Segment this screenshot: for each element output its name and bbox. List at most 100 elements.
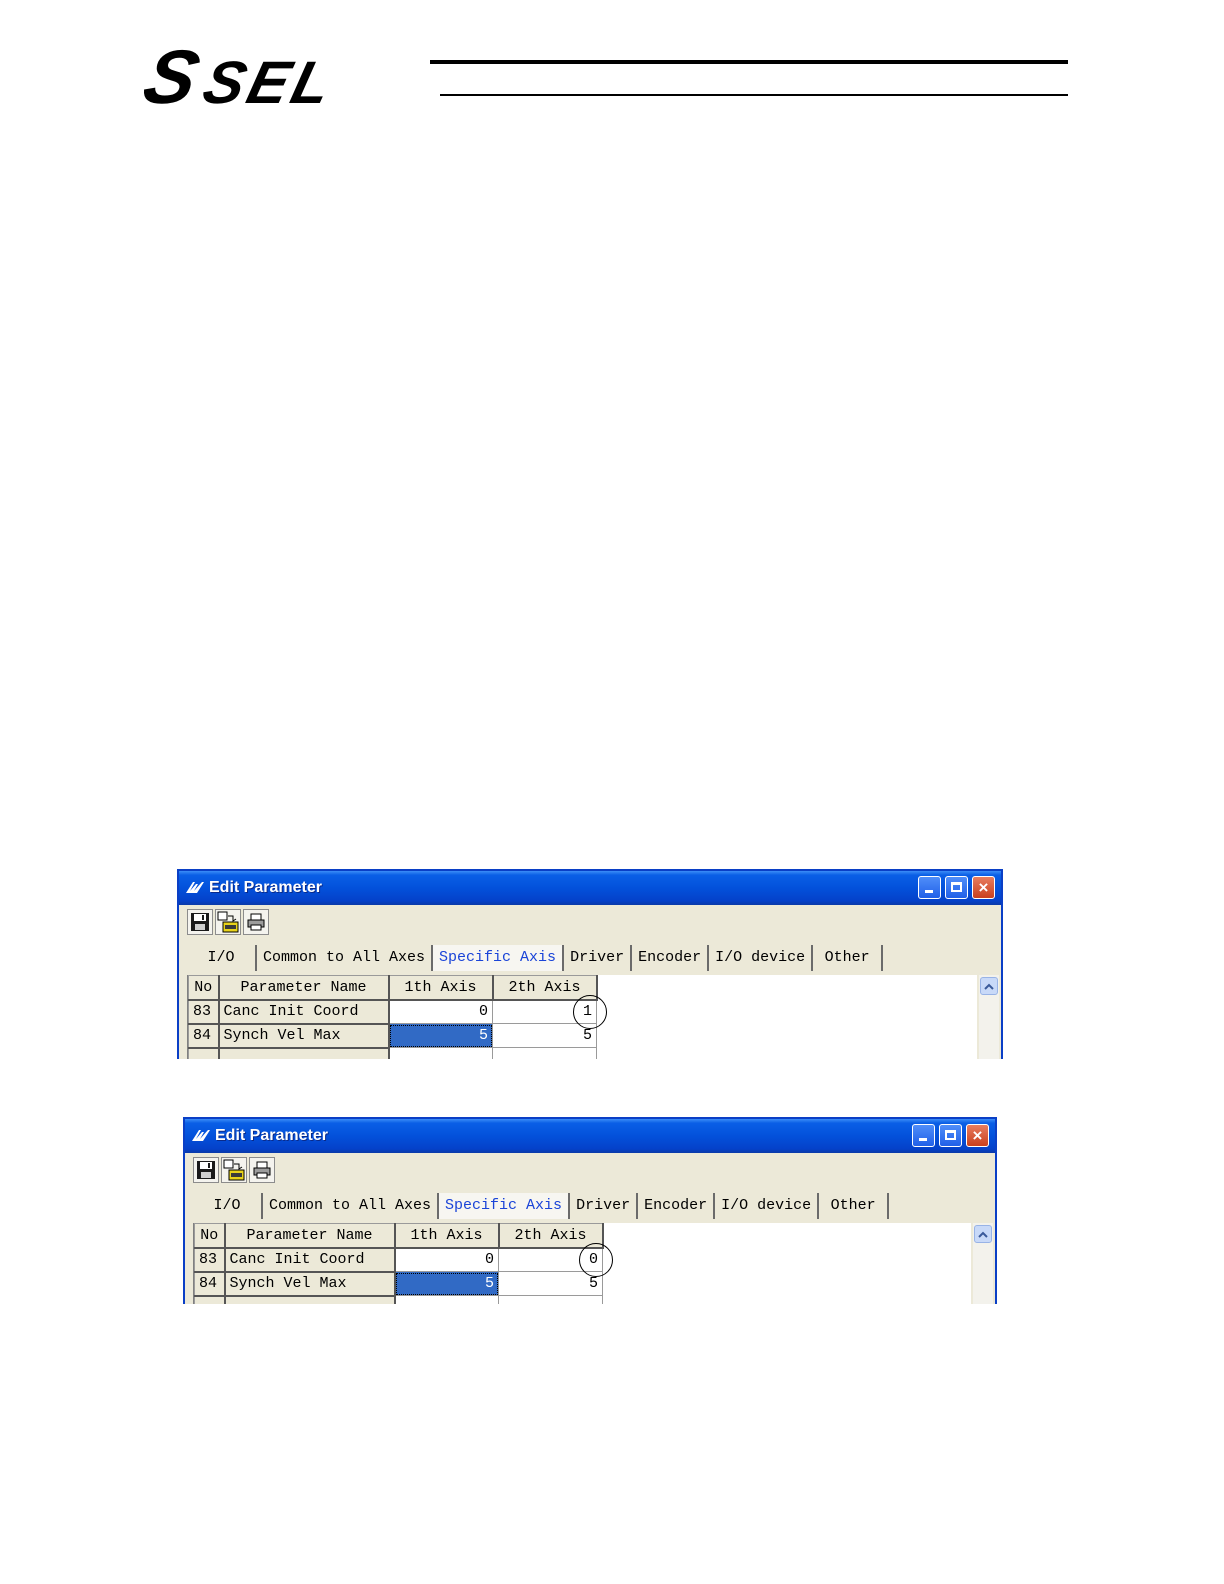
header-rule-top	[430, 60, 1068, 64]
column-header-parameter-name[interactable]: Parameter Name	[224, 1223, 396, 1249]
maximize-button[interactable]	[939, 1124, 962, 1147]
axis-2-value-cell[interactable]: 0	[498, 1242, 613, 1277]
scroll-up-button[interactable]	[974, 1225, 992, 1243]
sel-transfer-icon	[223, 1159, 245, 1181]
save-icon	[191, 913, 209, 931]
axis-2-value-cell[interactable]: 5	[492, 1023, 597, 1048]
close-icon: ×	[972, 1126, 983, 1145]
save-icon	[197, 1161, 215, 1179]
vertical-scrollbar[interactable]	[979, 975, 999, 1059]
tab-specific-axis[interactable]: Specific Axis	[433, 945, 565, 971]
table-row: 83 Canc Init Coord 0 1	[188, 994, 607, 1029]
transfer-to-controller-button[interactable]	[221, 1157, 247, 1183]
title-bar[interactable]: Edit Parameter ×	[185, 1119, 995, 1153]
title-bar[interactable]: Edit Parameter ×	[179, 871, 1001, 905]
row-parameter-name	[218, 1047, 390, 1059]
tab-driver[interactable]: Driver	[570, 1193, 639, 1219]
logo-s: S	[135, 35, 206, 120]
tab-encoder[interactable]: Encoder	[632, 945, 710, 971]
axis-1-value-cell[interactable]: 0	[394, 1247, 499, 1272]
row-no	[194, 1295, 226, 1304]
column-header-parameter-name[interactable]: Parameter Name	[218, 975, 390, 1001]
parameter-tabs: I/O Common to All Axes Specific Axis Dri…	[193, 1193, 890, 1219]
axis-2-value: 1	[582, 1003, 592, 1021]
table-row: 84 Synch Vel Max 5 5	[188, 1023, 597, 1049]
axis-1-value-cell[interactable]	[388, 1047, 493, 1059]
row-parameter-name: Synch Vel Max	[224, 1271, 396, 1297]
parameter-grid: No Parameter Name 1th Axis 2th Axis 83 C…	[193, 1223, 971, 1304]
tab-io[interactable]: I/O	[193, 1193, 263, 1219]
tab-driver[interactable]: Driver	[564, 945, 633, 971]
row-no: 84	[188, 1023, 220, 1049]
table-row-partial	[194, 1295, 603, 1304]
axis-2-value-cell[interactable]	[498, 1295, 603, 1304]
table-header-row: No Parameter Name 1th Axis 2th Axis	[188, 975, 598, 1001]
row-no	[188, 1047, 220, 1059]
sel-transfer-icon	[217, 911, 239, 933]
tab-io-device[interactable]: I/O device	[715, 1193, 820, 1219]
row-no: 83	[194, 1247, 226, 1273]
axis-1-value-cell[interactable]: 0	[388, 999, 493, 1024]
logo-sel: SEL	[196, 49, 342, 116]
axis-2-value-cell[interactable]	[492, 1047, 597, 1059]
parameter-tabs: I/O Common to All Axes Specific Axis Dri…	[187, 945, 884, 971]
table-row-partial	[188, 1047, 597, 1059]
print-button[interactable]	[249, 1157, 275, 1183]
header-rule-bottom	[440, 94, 1068, 96]
sel-logo: SSEL	[136, 35, 342, 120]
maximize-icon	[945, 1130, 956, 1140]
vertical-scrollbar[interactable]	[973, 1223, 993, 1304]
table-row: 84 Synch Vel Max 5 5	[194, 1271, 603, 1297]
maximize-button[interactable]	[945, 876, 968, 899]
window-title: Edit Parameter	[215, 1127, 328, 1144]
row-parameter-name	[224, 1295, 396, 1304]
tab-io-device[interactable]: I/O device	[709, 945, 814, 971]
axis-1-value-cell[interactable]	[394, 1295, 499, 1304]
column-header-axis-1[interactable]: 1th Axis	[388, 975, 494, 1001]
table-row: 83 Canc Init Coord 0 0	[194, 1242, 613, 1277]
axis-2-value-cell[interactable]: 1	[492, 994, 607, 1029]
save-button[interactable]	[193, 1157, 219, 1183]
close-button[interactable]: ×	[966, 1124, 989, 1147]
tab-common-to-all-axes[interactable]: Common to All Axes	[263, 1193, 440, 1219]
scroll-up-icon	[978, 1231, 988, 1238]
column-header-axis-2[interactable]: 2th Axis	[492, 975, 598, 1001]
row-parameter-name: Synch Vel Max	[218, 1023, 390, 1049]
toolbar	[193, 1157, 275, 1187]
parameter-table: No Parameter Name 1th Axis 2th Axis 83 C…	[188, 975, 607, 1059]
axis-2-value-cell[interactable]: 5	[498, 1271, 603, 1296]
parameter-grid: No Parameter Name 1th Axis 2th Axis 83 C…	[187, 975, 977, 1059]
column-header-axis-2[interactable]: 2th Axis	[498, 1223, 604, 1249]
tab-other[interactable]: Other	[819, 1193, 890, 1219]
minimize-icon	[919, 1138, 927, 1141]
edit-parameter-window-2: Edit Parameter × I/O Common to All Axes …	[183, 1117, 997, 1304]
row-no: 83	[188, 999, 220, 1025]
row-no: 84	[194, 1271, 226, 1297]
column-header-no[interactable]: No	[194, 1223, 226, 1249]
scroll-up-button[interactable]	[980, 977, 998, 995]
column-header-no[interactable]: No	[188, 975, 220, 1001]
print-icon	[253, 1161, 271, 1179]
tab-other[interactable]: Other	[813, 945, 884, 971]
tab-common-to-all-axes[interactable]: Common to All Axes	[257, 945, 434, 971]
close-button[interactable]: ×	[972, 876, 995, 899]
minimize-button[interactable]	[918, 876, 941, 899]
app-icon	[186, 882, 204, 893]
toolbar	[187, 909, 269, 939]
tab-encoder[interactable]: Encoder	[638, 1193, 716, 1219]
column-header-axis-1[interactable]: 1th Axis	[394, 1223, 500, 1249]
row-parameter-name: Canc Init Coord	[218, 999, 390, 1025]
tab-specific-axis[interactable]: Specific Axis	[439, 1193, 571, 1219]
axis-2-value: 0	[588, 1251, 598, 1269]
app-icon	[192, 1130, 210, 1141]
axis-1-value-cell[interactable]: 5	[394, 1271, 499, 1296]
axis-1-value-cell[interactable]: 5	[388, 1023, 493, 1048]
print-button[interactable]	[243, 909, 269, 935]
minimize-icon	[925, 890, 933, 893]
transfer-to-controller-button[interactable]	[215, 909, 241, 935]
table-header-row: No Parameter Name 1th Axis 2th Axis	[194, 1223, 604, 1249]
save-button[interactable]	[187, 909, 213, 935]
minimize-button[interactable]	[912, 1124, 935, 1147]
tab-io[interactable]: I/O	[187, 945, 257, 971]
edit-parameter-window-1: Edit Parameter × I/O Common to All Axes …	[177, 869, 1003, 1059]
